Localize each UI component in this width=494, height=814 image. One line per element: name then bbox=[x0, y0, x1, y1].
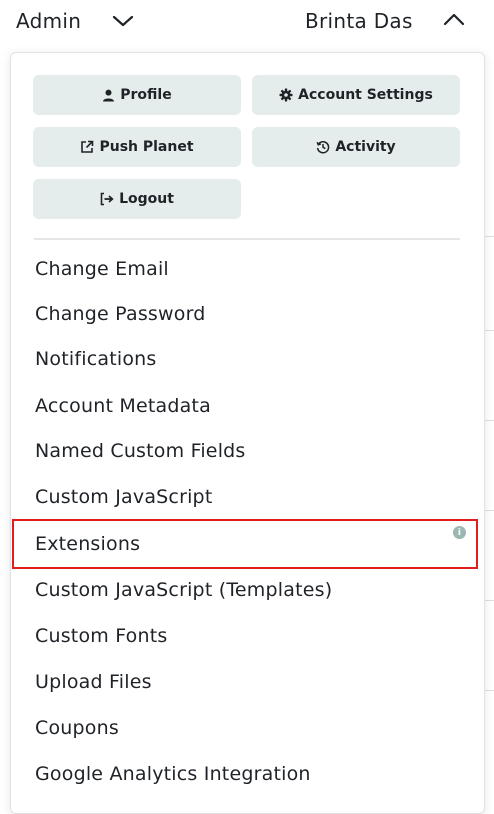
user-dropdown-panel: Profile Account Settings Push Planet Act… bbox=[10, 52, 485, 814]
background-divider bbox=[484, 420, 494, 421]
logout-button-label: Logout bbox=[119, 191, 174, 207]
menu-item-named-custom-fields[interactable]: Named Custom Fields bbox=[23, 430, 481, 472]
chevron-down-icon[interactable] bbox=[112, 14, 134, 28]
menu-item-notifications[interactable]: Notifications bbox=[23, 338, 481, 380]
logout-button[interactable]: Logout bbox=[33, 179, 241, 219]
history-icon bbox=[316, 141, 330, 154]
background-divider bbox=[484, 600, 494, 601]
user-menu-label[interactable]: Brinta Das bbox=[305, 9, 413, 33]
top-bar: Admin Brinta Das bbox=[0, 0, 494, 48]
menu-item-custom-fonts[interactable]: Custom Fonts bbox=[23, 615, 481, 657]
menu-item-google-analytics-integration[interactable]: Google Analytics Integration bbox=[23, 753, 481, 795]
background-divider bbox=[484, 330, 494, 331]
push-planet-button[interactable]: Push Planet bbox=[33, 127, 241, 167]
background-divider bbox=[484, 510, 494, 511]
menu-item-coupons[interactable]: Coupons bbox=[23, 707, 481, 749]
profile-button[interactable]: Profile bbox=[33, 75, 241, 115]
profile-button-label: Profile bbox=[120, 87, 172, 103]
admin-menu-label[interactable]: Admin bbox=[16, 9, 81, 33]
menu-item-custom-javascript[interactable]: Custom JavaScript bbox=[23, 476, 481, 518]
menu-item-change-email[interactable]: Change Email bbox=[23, 248, 481, 290]
user-icon bbox=[103, 89, 115, 101]
account-settings-button[interactable]: Account Settings bbox=[252, 75, 460, 115]
logout-icon bbox=[100, 192, 114, 206]
external-link-icon bbox=[81, 140, 94, 153]
activity-button-label: Activity bbox=[335, 139, 396, 155]
gear-icon bbox=[279, 88, 293, 102]
info-icon: i bbox=[453, 526, 466, 539]
menu-item-upload-files[interactable]: Upload Files bbox=[23, 661, 481, 703]
chevron-up-icon[interactable] bbox=[442, 11, 466, 27]
menu-item-account-metadata[interactable]: Account Metadata bbox=[23, 385, 481, 427]
background-divider bbox=[484, 690, 494, 691]
menu-item-extensions-label: Extensions bbox=[35, 533, 141, 555]
menu-item-extensions[interactable]: Extensions i bbox=[12, 519, 478, 569]
activity-button[interactable]: Activity bbox=[252, 127, 460, 167]
menu-item-custom-javascript-templates[interactable]: Custom JavaScript (Templates) bbox=[23, 569, 481, 611]
account-settings-button-label: Account Settings bbox=[298, 87, 433, 103]
menu-divider bbox=[34, 238, 460, 240]
menu-item-change-password[interactable]: Change Password bbox=[23, 293, 481, 335]
background-divider bbox=[484, 236, 494, 237]
push-planet-button-label: Push Planet bbox=[99, 139, 194, 155]
